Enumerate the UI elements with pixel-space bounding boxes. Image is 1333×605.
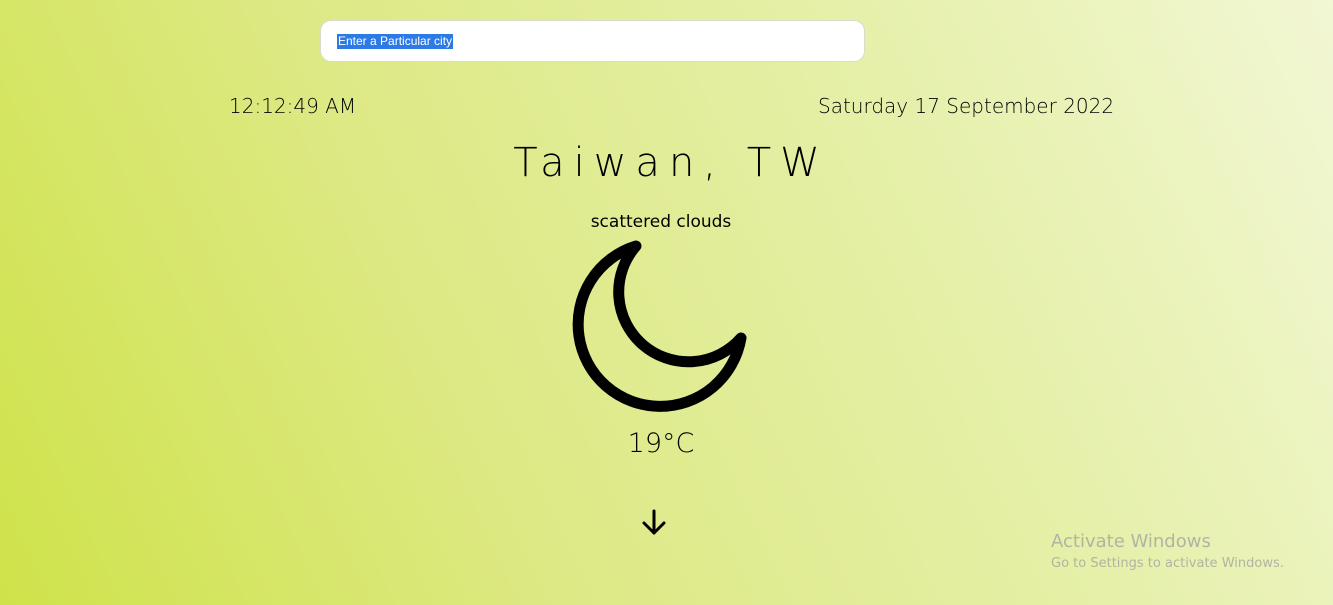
search-placeholder-selection: Enter a Particular city [337,34,454,49]
watermark-subtitle: Go to Settings to activate Windows. [1051,556,1284,571]
current-date: Saturday 17 September 2022 [818,94,1115,118]
activation-watermark: Activate Windows Go to Settings to activ… [1051,531,1284,574]
location-title: Taiwan, TW [513,140,829,186]
current-time: 12:12:49 AM [229,94,357,118]
arrow-down-icon[interactable] [638,506,670,538]
city-search-input[interactable]: Enter a Particular city [320,20,865,62]
weather-description: scattered clouds [590,212,732,232]
temperature-value: 19°C [627,428,695,459]
moon-icon [572,240,747,412]
watermark-title: Activate Windows [1051,531,1211,552]
